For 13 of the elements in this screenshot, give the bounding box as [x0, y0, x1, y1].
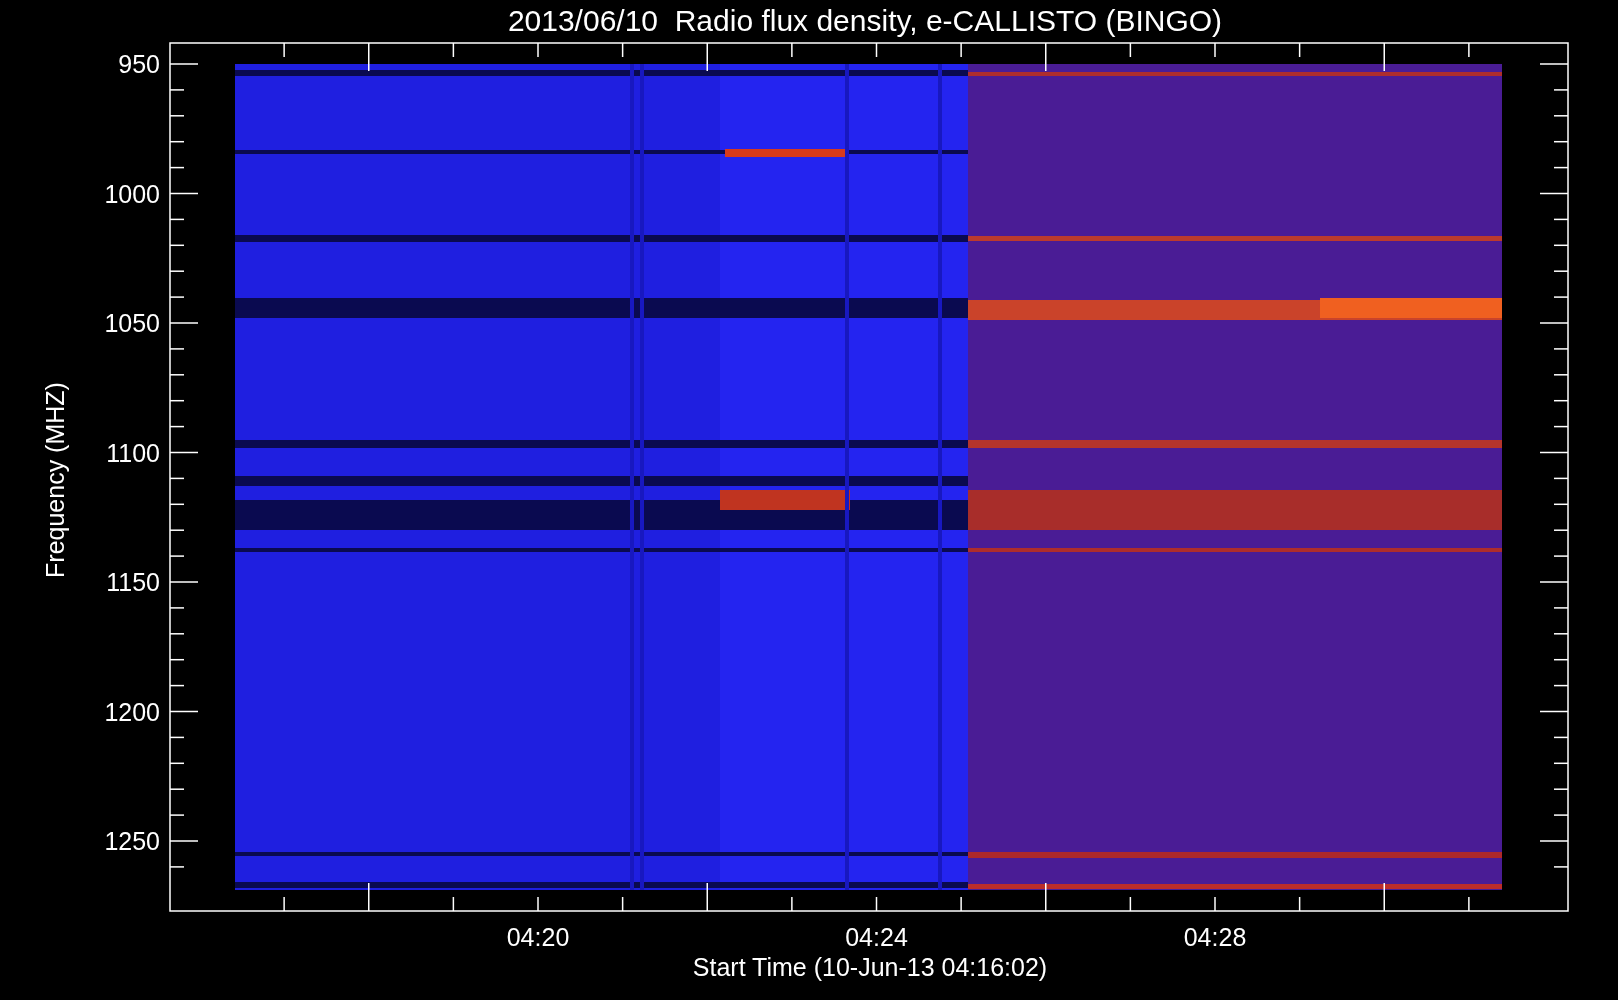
x-tick-label: 04:24: [845, 923, 908, 951]
y-tick-label: 1200: [104, 697, 160, 726]
y-tick-label: 1000: [104, 179, 160, 208]
y-tick-label: 950: [118, 50, 160, 78]
x-tick-label: 04:20: [506, 923, 570, 951]
y-tick-label: 1250: [104, 827, 160, 855]
plot-title: 2013/06/10 Radio flux density, e-CALLISTO (BINGO): [507, 4, 1223, 37]
y-tick-label: 1100: [106, 438, 160, 467]
y-axis-label: Frequency (MHZ): [41, 382, 69, 578]
x-axis-label: Start Time (10-Jun-13 04:16:02): [692, 953, 1048, 981]
x-tick-label: 04:28: [1183, 923, 1247, 951]
y-tick-label: 1050: [104, 309, 160, 337]
y-tick-label: 1150: [106, 568, 160, 596]
